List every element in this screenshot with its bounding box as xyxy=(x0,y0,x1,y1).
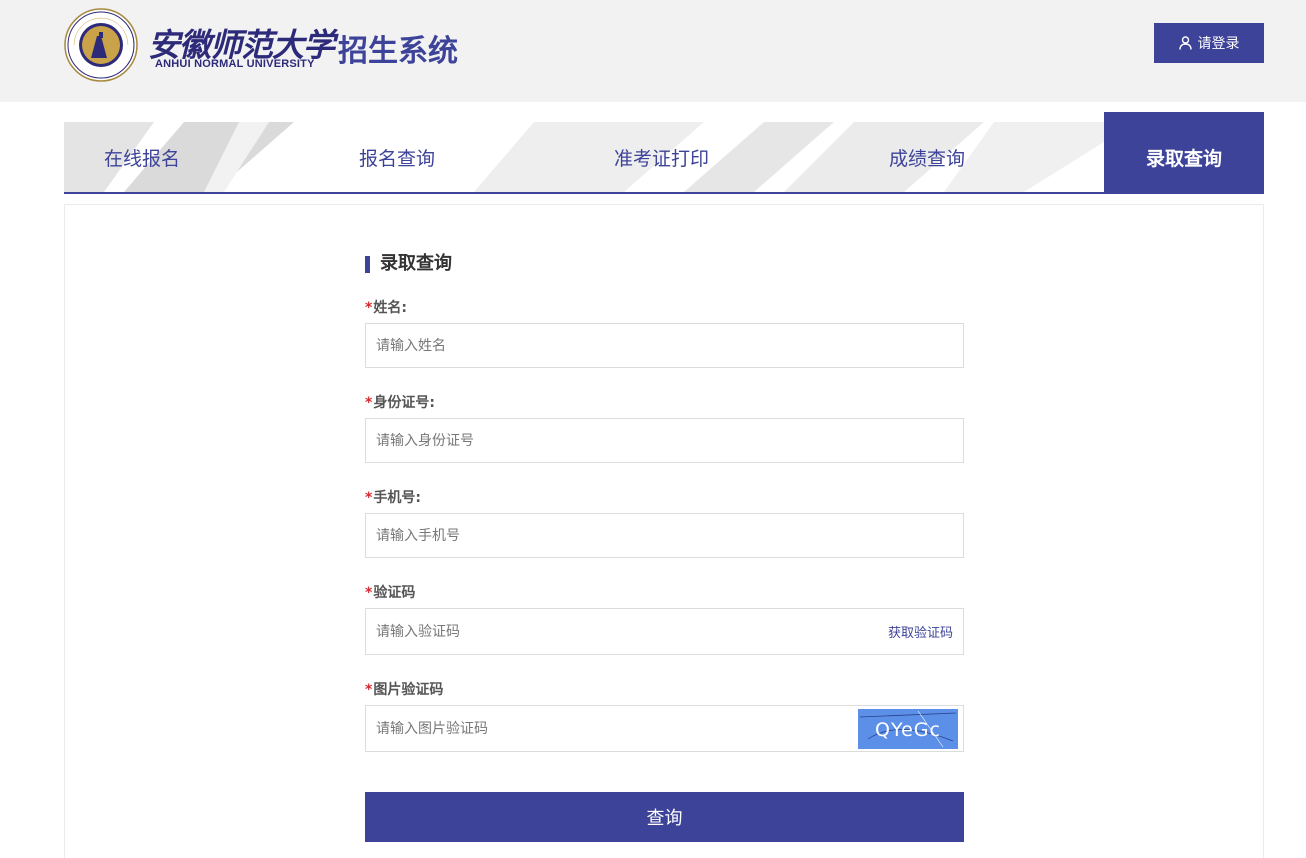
id-number-field xyxy=(365,418,964,463)
required-mark: * xyxy=(365,682,373,698)
login-label: 请登录 xyxy=(1197,36,1240,52)
main-nav: 在线报名 报名查询 准考证打印 成绩查询 录取查询 xyxy=(64,112,1264,194)
sms-code-field: 获取验证码 xyxy=(365,608,964,655)
nav-underline xyxy=(64,192,1264,194)
university-name-en: ANHUI NORMAL UNIVERSITY xyxy=(155,58,315,70)
captcha-image[interactable]: QYeGc xyxy=(858,709,958,749)
captcha-text: QYeGc xyxy=(875,719,941,741)
form-title: 录取查询 xyxy=(365,254,452,274)
name-input[interactable] xyxy=(366,324,963,367)
name-field xyxy=(365,323,964,368)
site-header: 安徽师范大学 ANHUI NORMAL UNIVERSITY 招生系统 请登录 xyxy=(0,0,1306,102)
sms-code-input[interactable] xyxy=(366,609,963,654)
required-mark: * xyxy=(365,395,373,411)
phone-label: *手机号: xyxy=(365,490,421,506)
login-button[interactable]: 请登录 xyxy=(1154,23,1264,63)
name-label: *姓名: xyxy=(365,300,407,316)
required-mark: * xyxy=(365,490,373,506)
get-code-button[interactable]: 获取验证码 xyxy=(888,609,953,654)
nav-item-admission-query[interactable]: 录取查询 xyxy=(1104,112,1264,192)
query-button[interactable]: 查询 xyxy=(365,792,964,842)
image-captcha-field: QYeGc xyxy=(365,705,964,752)
nav-item-score-query[interactable]: 成绩查询 xyxy=(889,122,965,192)
phone-input[interactable] xyxy=(366,514,963,557)
captcha-noise-icon: QYeGc xyxy=(859,710,957,748)
nav-item-admission-ticket-print[interactable]: 准考证打印 xyxy=(614,122,709,192)
id-number-input[interactable] xyxy=(366,419,963,462)
nav-item-registration-query[interactable]: 报名查询 xyxy=(359,122,435,192)
image-captcha-label: *图片验证码 xyxy=(365,682,444,698)
university-seal-icon xyxy=(64,8,138,82)
user-icon xyxy=(1178,36,1192,50)
required-mark: * xyxy=(365,300,373,316)
phone-field xyxy=(365,513,964,558)
system-name: 招生系统 xyxy=(338,34,458,69)
sms-code-label: *验证码 xyxy=(365,585,416,601)
nav-item-online-registration[interactable]: 在线报名 xyxy=(104,122,180,192)
id-number-label: *身份证号: xyxy=(365,395,435,411)
required-mark: * xyxy=(365,585,373,601)
